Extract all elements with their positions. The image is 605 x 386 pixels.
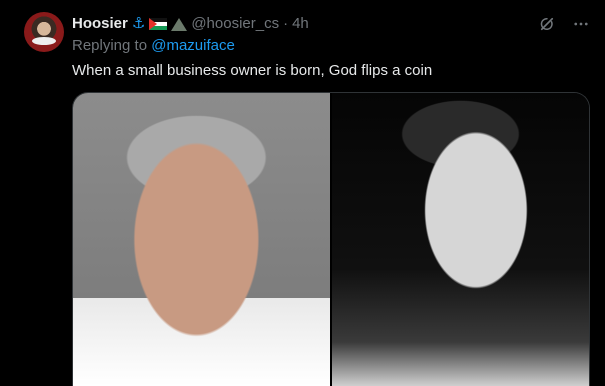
reply-to-link[interactable]: @mazuiface [151,37,235,54]
avatar[interactable] [24,12,64,52]
more-icon[interactable] [571,14,591,34]
media-photo-left[interactable] [73,93,330,386]
timestamp[interactable]: 4h [292,14,309,34]
reply-prefix: Replying to [72,37,152,54]
mountain-emoji [171,17,188,31]
media-photo-right[interactable] [332,93,589,386]
grok-icon[interactable] [537,14,557,34]
user-handle[interactable]: @hoosier_cs [191,14,279,34]
tweet-text: When a small business owner is born, God… [72,62,433,79]
avatar-ruff [32,37,56,45]
flag-emoji [149,18,168,30]
tweet: Hoosier ⚓ @hoosier_cs · 4h Replying to @… [0,0,605,386]
tweet-media[interactable] [72,92,590,386]
more-icon-svg [574,22,588,26]
grok-icon-svg [540,17,554,31]
tweet-actions-top [537,14,591,34]
anchor-emoji: ⚓ [131,15,146,32]
display-name[interactable]: Hoosier [72,14,128,34]
reply-context: Replying to @mazuiface [72,36,235,56]
separator-dot: · [283,15,289,32]
tweet-header: Hoosier ⚓ @hoosier_cs · 4h [72,14,309,34]
